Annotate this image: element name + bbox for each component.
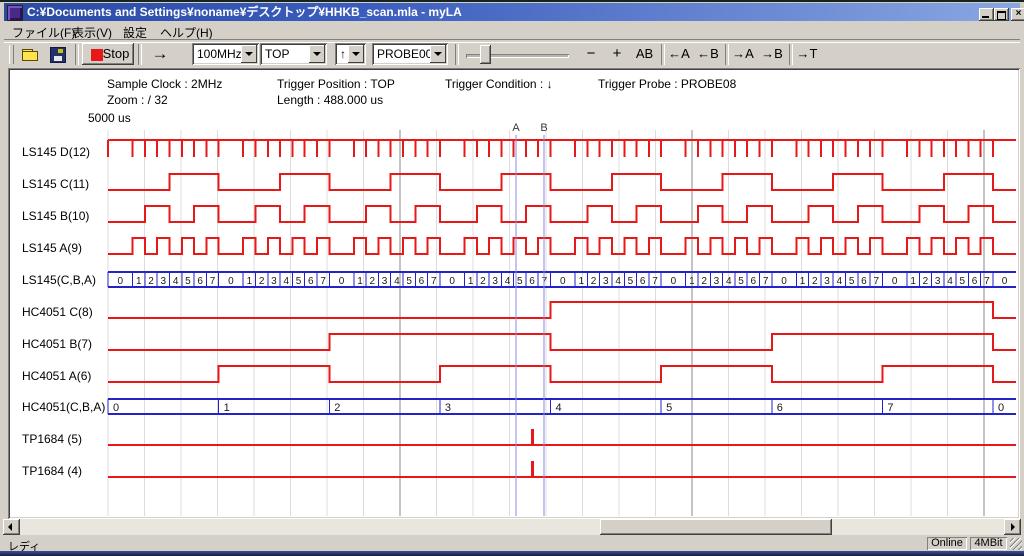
- toolbar-separator: [455, 44, 459, 65]
- sample-clock-text: Sample Clock : 2MHz: [107, 77, 222, 91]
- run-button[interactable]: →: [143, 43, 177, 65]
- trigger-edge-combo[interactable]: ↑: [335, 43, 366, 65]
- close-button[interactable]: ×: [1011, 8, 1024, 21]
- window-top-edge: [0, 0, 1024, 2]
- status-bar: レディ Online 4MBit: [3, 537, 1021, 551]
- goto-marker-b-right-button[interactable]: →B: [758, 43, 786, 65]
- minimize-button[interactable]: [979, 8, 994, 21]
- maximize-icon: [997, 11, 1006, 20]
- minimize-icon: [982, 16, 989, 18]
- horizontal-scrollbar[interactable]: [3, 519, 1021, 535]
- channel-label: LS145 A(9): [22, 241, 82, 255]
- toolbar-separator: [75, 44, 79, 65]
- channel-label: LS145 D(12): [22, 145, 90, 159]
- scroll-left-button[interactable]: [3, 519, 20, 535]
- trigger-probe-text: Trigger Probe : PROBE08: [598, 77, 736, 91]
- status-memory-badge: 4MBit: [970, 537, 1007, 550]
- zoom-text: Zoom : / 32: [107, 93, 168, 107]
- channel-label: TP1684 (4): [22, 464, 82, 478]
- trigger-edge-value: ↑: [340, 47, 346, 61]
- goto-marker-b-left-button[interactable]: ←B: [694, 43, 722, 65]
- toolbar-grip[interactable]: [9, 45, 14, 64]
- zoom-out-button[interactable]: −: [580, 43, 602, 65]
- channel-label: LS145(C,B,A): [22, 273, 96, 287]
- maximize-button[interactable]: [994, 8, 1009, 21]
- toolbar: Stop → 100MHz TOP ↑ PROBE00 − + AB ←A ←B: [4, 41, 1020, 68]
- title-bar: C:¥Documents and Settings¥noname¥デスクトップ¥…: [4, 3, 1020, 21]
- sample-rate-combo[interactable]: 100MHz: [192, 43, 259, 65]
- goto-marker-a-left-button[interactable]: ←A: [665, 43, 693, 65]
- channel-label: HC4051(C,B,A): [22, 400, 105, 414]
- open-folder-icon: [22, 49, 38, 59]
- left-arrow-icon: [8, 523, 12, 531]
- menu-bar: ファイル(F) 表示(V) 設定 ヘルプ(H): [4, 22, 1020, 39]
- trigger-probe-value: PROBE00: [377, 47, 432, 61]
- stop-label: Stop: [103, 46, 130, 61]
- trigger-position-text: Trigger Position : TOP: [277, 77, 395, 91]
- channel-label: LS145 B(10): [22, 209, 89, 223]
- right-arrow-icon: [1011, 523, 1015, 531]
- channel-label: TP1684 (5): [22, 432, 82, 446]
- time-scale-text: 5000 us: [88, 111, 131, 125]
- channel-label: HC4051 C(8): [22, 305, 93, 319]
- channel-label: HC4051 A(6): [22, 369, 91, 383]
- stop-button[interactable]: Stop: [82, 43, 134, 65]
- zoom-slider-handle[interactable]: [480, 45, 491, 64]
- sample-rate-value: 100MHz: [197, 47, 242, 61]
- channel-label: HC4051 B(7): [22, 337, 92, 351]
- save-floppy-icon: [50, 47, 66, 63]
- stop-square-icon: [91, 49, 103, 61]
- dropdown-arrow-icon[interactable]: [348, 45, 364, 63]
- window-title: C:¥Documents and Settings¥noname¥デスクトップ¥…: [27, 3, 462, 21]
- dropdown-arrow-icon[interactable]: [430, 45, 446, 63]
- dropdown-arrow-icon[interactable]: [309, 45, 325, 63]
- status-online-badge: Online: [927, 537, 967, 550]
- scroll-right-button[interactable]: [1004, 519, 1021, 535]
- trigger-probe-combo[interactable]: PROBE00: [372, 43, 448, 65]
- window-bottom-edge: [0, 551, 1024, 556]
- open-file-button[interactable]: [18, 43, 43, 65]
- scrollbar-thumb[interactable]: [600, 519, 832, 535]
- trigger-position-combo[interactable]: TOP: [260, 43, 327, 65]
- app-icon: [7, 5, 23, 21]
- waveform-panel: [10, 70, 1018, 517]
- dropdown-arrow-icon[interactable]: [241, 45, 257, 63]
- save-file-button[interactable]: [45, 43, 70, 65]
- channel-label: LS145 C(11): [22, 177, 89, 191]
- length-text: Length : 488.000 us: [277, 93, 383, 107]
- resize-grip[interactable]: [1010, 538, 1022, 550]
- toolbar-separator: [138, 44, 142, 65]
- goto-marker-a-right-button[interactable]: →A: [729, 43, 757, 65]
- zoom-ab-button[interactable]: AB: [631, 43, 658, 65]
- trigger-condition-text: Trigger Condition : ↓: [445, 77, 553, 91]
- trigger-position-value: TOP: [265, 47, 289, 61]
- zoom-in-button[interactable]: +: [606, 43, 628, 65]
- goto-trigger-button[interactable]: →T: [793, 43, 821, 65]
- app-window: C:¥Documents and Settings¥noname¥デスクトップ¥…: [0, 0, 1024, 556]
